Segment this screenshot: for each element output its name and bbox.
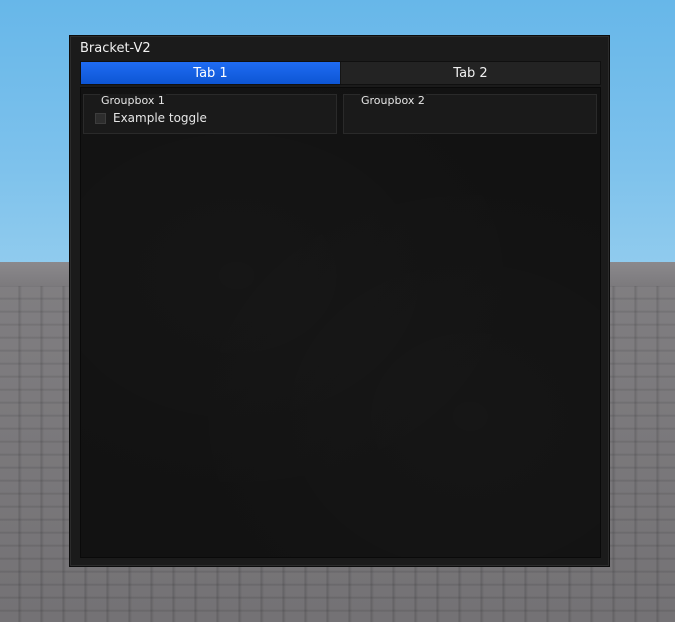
window-title: Bracket-V2 bbox=[80, 41, 151, 56]
groupbox-1-title: Groupbox 1 bbox=[100, 94, 166, 108]
example-toggle-label: Example toggle bbox=[113, 111, 207, 125]
groupbox-1: Groupbox 1 Example toggle bbox=[83, 94, 337, 134]
tab-content-panel: Groupbox 1 Example toggle Groupbox 2 bbox=[80, 87, 601, 558]
tab-bar: Tab 1 Tab 2 bbox=[80, 61, 601, 85]
groupbox-2-title: Groupbox 2 bbox=[360, 94, 426, 108]
bracket-window[interactable]: Bracket-V2 Tab 1 Tab 2 Groupbox 1 Exampl… bbox=[69, 35, 610, 567]
tab-2[interactable]: Tab 2 bbox=[341, 62, 600, 84]
example-toggle-checkbox[interactable] bbox=[95, 112, 106, 124]
example-toggle[interactable]: Example toggle bbox=[95, 111, 207, 125]
tab-1[interactable]: Tab 1 bbox=[81, 62, 341, 84]
groupbox-2: Groupbox 2 bbox=[343, 94, 597, 134]
